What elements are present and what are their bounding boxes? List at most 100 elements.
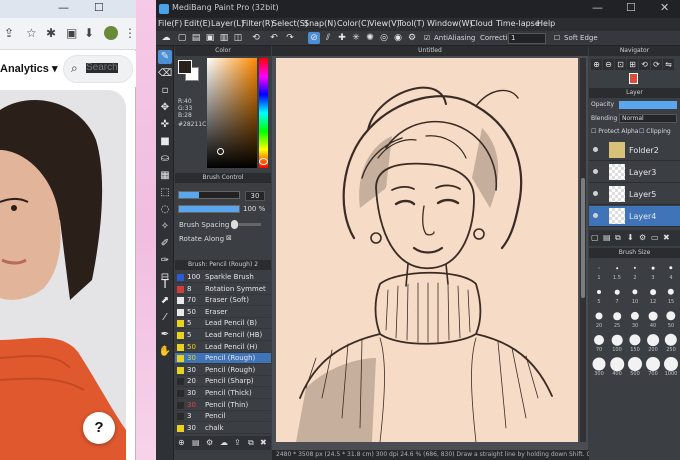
drawing-canvas[interactable]	[276, 58, 578, 442]
maximize-button[interactable]: ☐	[626, 1, 636, 14]
nav-analytics[interactable]: Analytics ▾	[0, 62, 58, 75]
delete-layer-icon[interactable]: ✖	[663, 233, 672, 242]
eye-icon[interactable]	[593, 147, 598, 152]
brush-size-option[interactable]: 12	[644, 285, 662, 305]
bucket-tool-icon[interactable]: ⛀	[158, 152, 172, 166]
dot-tool-icon[interactable]: ▫	[158, 84, 172, 98]
delete-brush-icon[interactable]: ✖	[260, 438, 269, 447]
brush-size-option[interactable]: 700	[644, 357, 662, 377]
cloud-brush-icon[interactable]: ☁	[220, 438, 229, 447]
profile-avatar[interactable]	[104, 26, 118, 40]
brush-size-option[interactable]: 7	[608, 285, 626, 305]
close-button[interactable]: ✕	[660, 1, 669, 14]
brush-tool-icon[interactable]: ✎	[158, 50, 172, 64]
help-button[interactable]: ?	[83, 412, 115, 444]
brush-size-option[interactable]: 50	[662, 309, 680, 329]
brush-size-option[interactable]: 15	[662, 285, 680, 305]
export-icon[interactable]: ◫	[232, 32, 244, 44]
sidebar-icon[interactable]: ▣	[66, 26, 77, 40]
layer-settings-icon[interactable]: ⚙	[639, 233, 648, 242]
new-halftone-layer-icon[interactable]: ▤	[603, 233, 612, 242]
new-file-icon[interactable]: ▢	[176, 32, 188, 44]
brush-list-item[interactable]: 70 Eraser (Soft)	[175, 295, 271, 307]
new-layer-icon[interactable]: ▢	[591, 233, 600, 242]
layer-row[interactable]: Layer5	[589, 184, 680, 205]
cross-snap-icon[interactable]: ✚	[336, 32, 348, 44]
transform-tool-icon[interactable]: ✜	[158, 118, 172, 132]
parallel-snap-icon[interactable]: ⫽	[322, 32, 334, 44]
brush-size-option[interactable]: 200	[644, 333, 662, 353]
star-icon[interactable]: ☆	[26, 26, 37, 40]
brush-size-option[interactable]: 1	[590, 261, 608, 281]
rotate-left-icon[interactable]: ⟲	[639, 59, 650, 70]
open-file-icon[interactable]: ▤	[190, 32, 202, 44]
brush-size-option[interactable]: 3	[644, 261, 662, 281]
brush-list-item[interactable]: 30 Pencil (Rough)	[175, 353, 271, 365]
cloud-icon[interactable]: ☁	[160, 32, 172, 44]
brush-opacity-slider[interactable]	[178, 205, 240, 213]
canvas-vertical-scrollbar[interactable]	[580, 58, 586, 442]
brush-size-option[interactable]: 150	[626, 333, 644, 353]
menu-window[interactable]: Window(W)	[427, 19, 473, 28]
navigator-thumbnail[interactable]	[629, 73, 638, 84]
brush-size-option[interactable]: 250	[662, 333, 680, 353]
saturation-value-picker[interactable]	[207, 58, 257, 168]
layer-row[interactable]: Layer4	[589, 206, 680, 227]
menu-select[interactable]: Select(S)	[272, 19, 308, 28]
eye-icon[interactable]	[593, 169, 598, 174]
menu-timelapse[interactable]: Time-lapse	[496, 19, 540, 28]
brush-settings-icon[interactable]: ⚙	[206, 438, 215, 447]
brush-folder-icon[interactable]: ▤	[192, 438, 201, 447]
rotate-right-icon[interactable]: ⟳	[651, 59, 662, 70]
brush-list-item[interactable]: 50 Eraser	[175, 307, 271, 318]
brush-size-option[interactable]: 5	[590, 285, 608, 305]
canvas-tab[interactable]: Untitled	[272, 46, 588, 56]
brush-size-value[interactable]: 30	[245, 191, 265, 201]
snap-off-icon[interactable]: ⊘	[308, 32, 320, 44]
import-brush-icon[interactable]: ⇪	[234, 438, 243, 447]
rotate-along-checkbox[interactable]: ⊠	[226, 234, 232, 242]
brush-size-option[interactable]: 70	[590, 333, 608, 353]
merge-down-icon[interactable]: ⬇	[627, 233, 636, 242]
eraser-tool-icon[interactable]: ⌫	[158, 67, 172, 81]
menu-file[interactable]: File(F)	[158, 19, 182, 28]
brush-size-option[interactable]: 40	[644, 309, 662, 329]
download-icon[interactable]: ⬇	[84, 26, 94, 40]
search-box[interactable]: ⌕ Search	[63, 55, 133, 83]
brush-size-option[interactable]: 30	[626, 309, 644, 329]
brush-list-item[interactable]: 50 Lead Pencil (H)	[175, 342, 271, 353]
menu-color[interactable]: Color(C)	[337, 19, 370, 28]
brush-size-option[interactable]: 2	[626, 261, 644, 281]
text-tool-icon[interactable]: T	[158, 277, 172, 291]
new-folder-icon[interactable]: ▭	[651, 233, 660, 242]
fit-icon[interactable]: ⊡	[615, 59, 626, 70]
brush-list-item[interactable]: 3 Pencil	[175, 411, 271, 423]
share-icon[interactable]: ⇪	[4, 26, 14, 40]
brush-size-option[interactable]: 10	[626, 285, 644, 305]
magic-wand-tool-icon[interactable]: ✧	[158, 220, 172, 234]
brush-list-item[interactable]: 100 Sparkle Brush	[175, 272, 271, 283]
snap-settings-icon[interactable]: ⚙	[406, 32, 418, 44]
maximize-button[interactable]: ☐	[94, 1, 104, 14]
brush-list-item[interactable]: 5 Lead Pencil (B)	[175, 318, 271, 330]
brush-size-option[interactable]: 20	[590, 309, 608, 329]
lasso-tool-icon[interactable]: ◌	[158, 203, 172, 217]
menu-tool[interactable]: Tool(T)	[398, 19, 425, 28]
brush-size-option[interactable]: 1000	[662, 357, 680, 377]
extensions-icon[interactable]: ✱	[46, 26, 56, 40]
menu-filter[interactable]: Filter(R)	[242, 19, 274, 28]
radial-snap-icon[interactable]: ✺	[364, 32, 376, 44]
blending-select[interactable]: Normal	[619, 114, 677, 123]
eye-icon[interactable]	[593, 213, 598, 218]
menu-edit[interactable]: Edit(E)	[184, 19, 211, 28]
hand-tool-icon[interactable]: ✋	[158, 345, 172, 359]
add-brush-icon[interactable]: ⊕	[178, 438, 187, 447]
clipping-checkbox[interactable]: ☐ Clipping	[639, 128, 671, 135]
correction-select[interactable]: 1	[508, 33, 546, 44]
brush-spacing-slider[interactable]	[231, 220, 261, 229]
pen-tool-icon[interactable]: ✒	[158, 328, 172, 342]
brush-size-option[interactable]: 300	[590, 357, 608, 377]
select-tool-icon[interactable]: ⬚	[158, 186, 172, 200]
layer-opacity-slider[interactable]	[619, 101, 677, 109]
redo-icon[interactable]: ↷	[284, 32, 296, 44]
